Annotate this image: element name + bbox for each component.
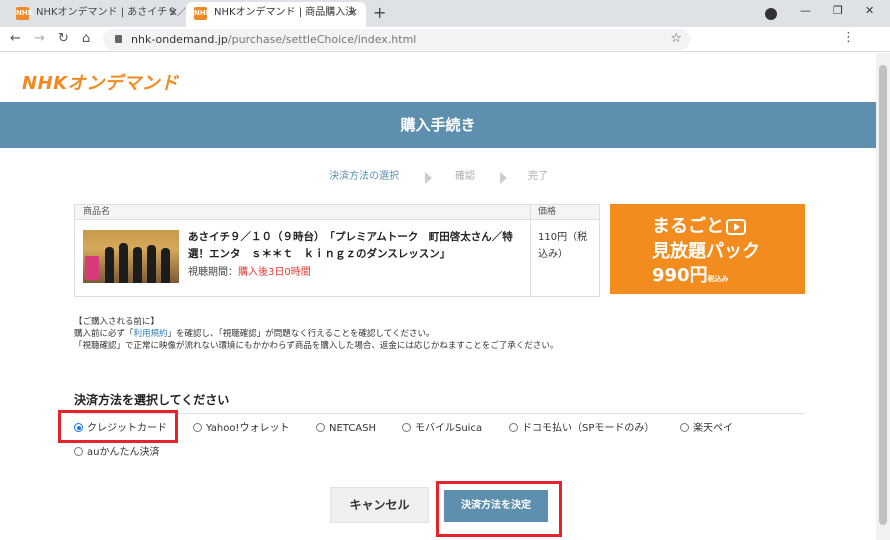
viewing-period-value: 購入後3日0時間 [238, 267, 311, 278]
payment-option-label: 楽天ペイ [693, 423, 733, 434]
purchase-notice: 【ご購入される前に】 購入前に必ず「利用規約」を確認し、「視聴確認」が問題なく行… [74, 316, 558, 352]
viewing-period-label: 視聴期間： [188, 267, 238, 278]
maximize-icon[interactable]: ❐ [833, 4, 843, 17]
radio-icon[interactable] [316, 423, 325, 432]
payment-option-label: auかんたん決済 [87, 447, 160, 458]
nhk-favicon-icon: NHK [16, 7, 33, 20]
radio-icon[interactable] [193, 423, 202, 432]
minimize-icon[interactable]: — [800, 4, 811, 17]
step-select-payment: 決済方法の選択 [329, 171, 399, 182]
tab-title: NHKオンデマンド | 商品購入決 [214, 7, 356, 18]
tab-title: NHKオンデマンド | あさイチ９／ [36, 7, 186, 18]
step-arrow-icon [500, 172, 507, 184]
banner-line-3: 990円税込み [652, 261, 729, 287]
browser-toolbar: ← → ↻ ⌂ nhk-ondemand.jp/purchase/settleC… [0, 27, 890, 52]
program-badge [85, 256, 99, 280]
back-icon[interactable]: ← [10, 31, 21, 46]
radio-icon[interactable] [509, 423, 518, 432]
notice-heading: 【ご購入される前に】 [74, 317, 160, 327]
banner-price: 990円 [652, 265, 708, 286]
page-title: 購入手続き [400, 116, 476, 134]
page-content: NHKオンデマンド 購入手続き 決済方法の選択 確認 完了 商品名 価格 あさイ… [0, 53, 876, 540]
unlimited-pack-banner[interactable]: まるごと 見放題パック 990円税込み [610, 204, 805, 294]
radio-icon[interactable] [402, 423, 411, 432]
product-price: 110円（税込み） [538, 232, 588, 260]
nhk-ondemand-logo[interactable]: NHKオンデマンド [22, 69, 179, 95]
reload-icon[interactable]: ↻ [58, 31, 69, 46]
viewing-period: 視聴期間：購入後3日0時間 [188, 263, 311, 278]
thumbnail-figure [105, 247, 114, 283]
header-price: 価格 [538, 207, 557, 217]
nhk-favicon-icon: NHK [194, 7, 211, 20]
step-complete: 完了 [528, 171, 548, 182]
radio-icon[interactable] [74, 447, 83, 456]
notice-line-2: 「視聴確認」で正常に映像が流れない環境にもかかわらず商品を購入した場合、返金には… [74, 341, 559, 351]
url-domain: nhk-ondemand.jp [131, 33, 228, 46]
step-confirm: 確認 [455, 171, 475, 182]
url-text: nhk-ondemand.jp/purchase/settleChoice/in… [131, 29, 416, 50]
home-icon[interactable]: ⌂ [82, 31, 90, 46]
lock-icon [115, 35, 122, 43]
payment-option-label: モバイルSuica [415, 423, 483, 434]
payment-option-rakuten-pay[interactable]: 楽天ペイ [680, 422, 733, 436]
banner-line-1: まるごと [652, 212, 746, 238]
column-divider [530, 205, 531, 296]
banner-text-1: まるごと [652, 216, 724, 237]
payment-option-label: NETCASH [329, 423, 377, 434]
thumbnail-figure [119, 243, 128, 283]
play-icon [726, 219, 746, 235]
scrollbar-thumb[interactable] [879, 65, 887, 525]
url-path: /purchase/settleChoice/index.html [227, 33, 417, 46]
product-title: あさイチ９／１０（９時台） 「プレミアムトーク 町田啓太さん／特選！エンタ ｓ＊… [188, 231, 513, 260]
address-bar[interactable]: nhk-ondemand.jp/purchase/settleChoice/in… [103, 29, 690, 50]
forward-icon[interactable]: → [34, 31, 45, 46]
browser-tab-bar: NHK NHKオンデマンド | あさイチ９／ ✕ NHK NHKオンデマンド |… [0, 0, 890, 27]
terms-link[interactable]: 利用規約 [134, 329, 168, 339]
step-arrow-icon [425, 172, 432, 184]
payment-option-docomo[interactable]: ドコモ払い（SPモードのみ） [509, 422, 654, 436]
payment-option-netcash[interactable]: NETCASH [316, 422, 376, 436]
payment-option-label: ドコモ払い（SPモードのみ） [522, 423, 655, 434]
banner-tax-note: 税込み [707, 275, 729, 283]
banner-line-2: 見放題パック [652, 241, 760, 262]
thumbnail-figure [147, 245, 156, 283]
page-scrollbar[interactable] [876, 53, 890, 540]
browser-tab[interactable]: NHK NHKオンデマンド | あさイチ９／ ✕ [8, 2, 186, 27]
product-table: 商品名 価格 あさイチ９／１０（９時台） 「プレミアムトーク 町田啓太さん／特選… [74, 204, 600, 297]
thumbnail-figure [161, 248, 170, 283]
product-thumbnail [83, 230, 179, 283]
browser-tab-active[interactable]: NHK NHKオンデマンド | 商品購入決 ✕ [186, 2, 366, 27]
payment-option-label: Yahoo!ウォレット [206, 423, 290, 434]
highlight-box-credit-card [58, 410, 178, 443]
divider [74, 413, 805, 414]
radio-icon[interactable] [680, 423, 689, 432]
thumbnail-figure [133, 247, 142, 283]
bookmark-star-icon[interactable]: ☆ [670, 31, 682, 46]
notice-text: 」を確認し、「視聴確認」が問題なく行えることを確認してください。 [167, 329, 435, 339]
progress-steps: 決済方法の選択 確認 完了 [0, 169, 876, 189]
title-band: 購入手続き [0, 102, 876, 148]
notice-text: 購入前に必ず「 [74, 329, 134, 339]
notice-line-1: 購入前に必ず「利用規約」を確認し、「視聴確認」が問題なく行えることを確認してくだ… [74, 328, 558, 340]
payment-option-mobile-suica[interactable]: モバイルSuica [402, 422, 482, 436]
payment-option-au-easy[interactable]: auかんたん決済 [74, 446, 159, 460]
new-tab-icon[interactable]: + [373, 3, 386, 22]
cancel-button[interactable]: キャンセル [330, 487, 429, 523]
header-product-name: 商品名 [83, 207, 111, 217]
payment-section-title: 決済方法を選択してください [74, 393, 230, 407]
close-icon[interactable]: ✕ [349, 2, 358, 24]
payment-option-yahoo-wallet[interactable]: Yahoo!ウォレット [193, 422, 289, 436]
close-window-icon[interactable]: ✕ [865, 4, 874, 17]
browser-menu-icon[interactable]: ⋮ [842, 30, 855, 45]
close-icon[interactable]: ✕ [169, 2, 178, 24]
highlight-box-decide [436, 481, 562, 537]
profile-icon[interactable] [765, 8, 777, 20]
product-table-header: 商品名 価格 [75, 205, 599, 220]
